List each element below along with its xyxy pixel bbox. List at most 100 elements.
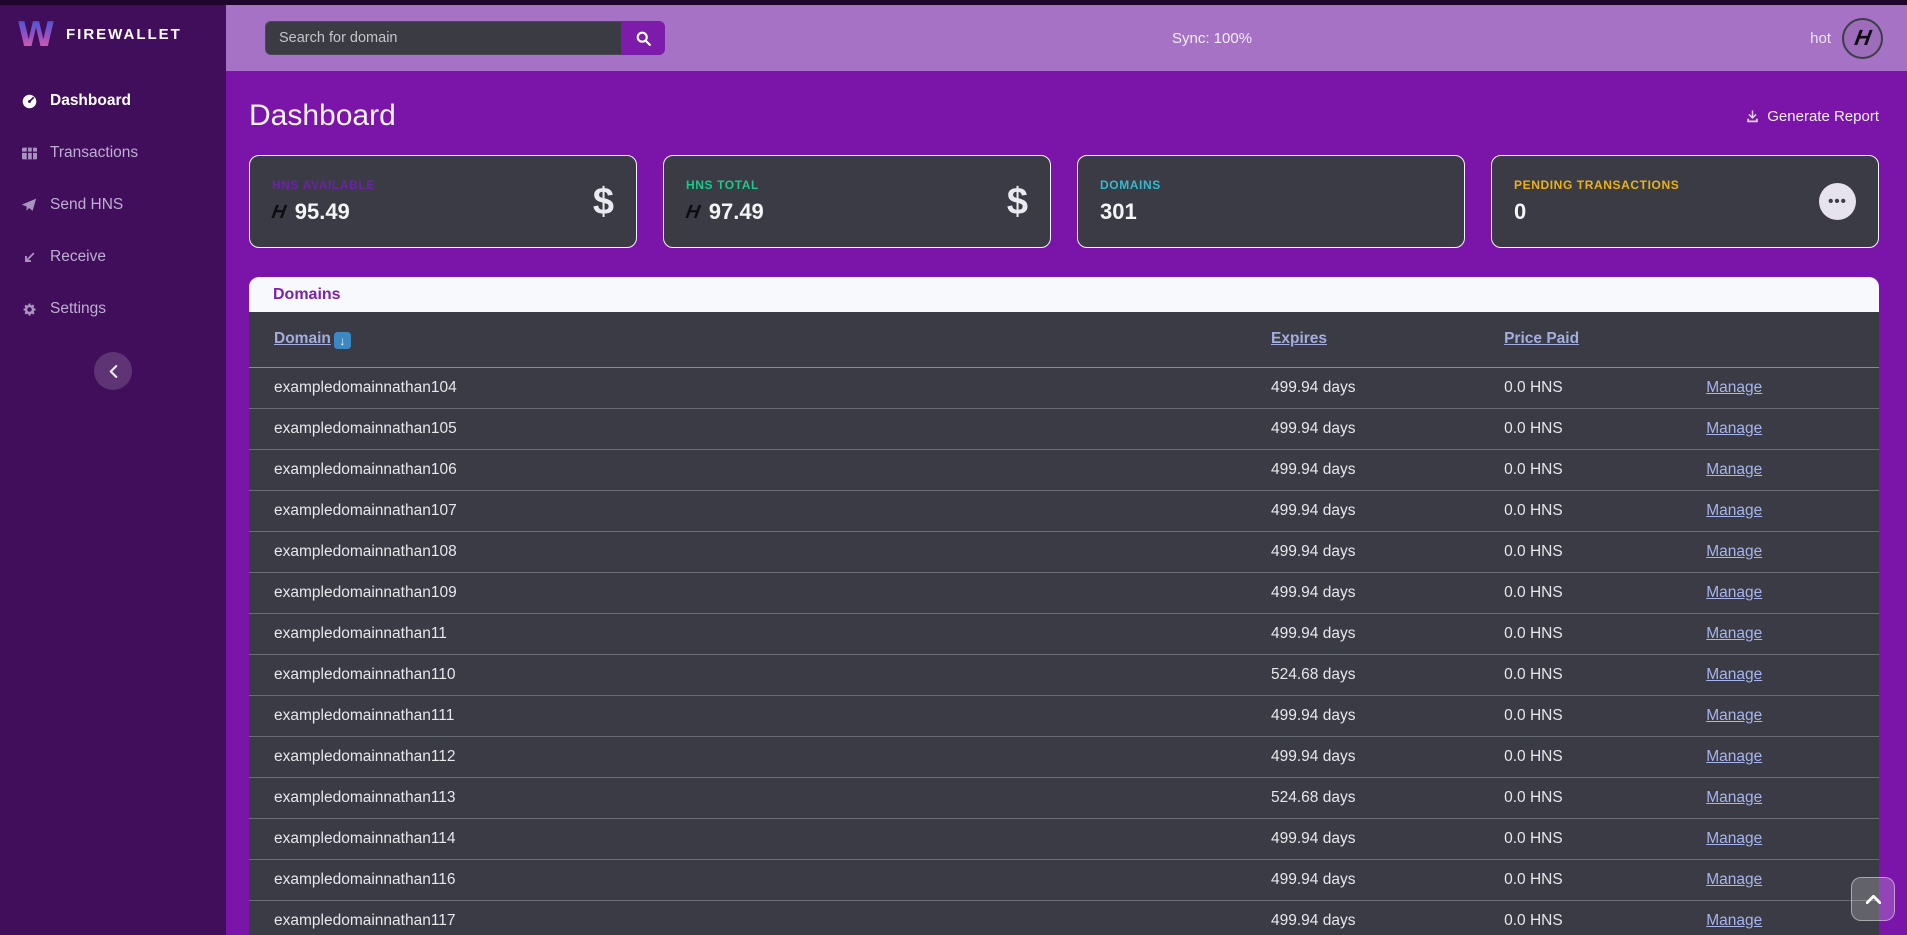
domain-cell: exampledomainnathan106	[249, 449, 1271, 490]
manage-link[interactable]: Manage	[1706, 871, 1762, 888]
expires-cell: 499.94 days	[1271, 818, 1504, 859]
price-cell: 0.0 HNS	[1504, 531, 1706, 572]
price-cell: 0.0 HNS	[1504, 900, 1706, 935]
price-cell: 0.0 HNS	[1504, 367, 1706, 408]
expires-cell: 524.68 days	[1271, 777, 1504, 818]
manage-link[interactable]: Manage	[1706, 502, 1762, 519]
domains-table-wrap: Domain↓ Expires Price Paid exampledomain…	[249, 312, 1879, 935]
stat-label: PENDING TRANSACTIONS	[1514, 178, 1679, 192]
search-button[interactable]	[621, 21, 665, 55]
sort-descending-icon: ↓	[334, 332, 351, 349]
sidebar-collapse-button[interactable]	[94, 352, 132, 390]
topbar: Sync: 100% hot H	[226, 5, 1907, 71]
domains-panel-title: Domains	[249, 277, 1879, 312]
domain-cell: exampledomainnathan110	[249, 654, 1271, 695]
price-cell: 0.0 HNS	[1504, 736, 1706, 777]
stat-label: HNS AVAILABLE	[272, 178, 375, 192]
sidebar: W FIREWALLET Dashboard Transactions	[0, 0, 226, 935]
ellipsis-icon[interactable]: •••	[1819, 183, 1856, 220]
sync-status: Sync: 100%	[1172, 5, 1252, 71]
table-row: exampledomainnathan109 499.94 days 0.0 H…	[249, 572, 1879, 613]
sidebar-item-receive[interactable]: Receive	[0, 231, 226, 283]
expires-cell: 499.94 days	[1271, 572, 1504, 613]
sidebar-item-dashboard[interactable]: Dashboard	[0, 75, 226, 127]
manage-link[interactable]: Manage	[1706, 543, 1762, 560]
top-window-strip	[0, 0, 1907, 5]
sidebar-item-label: Receive	[50, 248, 106, 266]
expires-cell: 499.94 days	[1271, 408, 1504, 449]
manage-link[interactable]: Manage	[1706, 830, 1762, 847]
expires-cell: 499.94 days	[1271, 695, 1504, 736]
manage-link[interactable]: Manage	[1706, 707, 1762, 724]
expires-cell: 499.94 days	[1271, 900, 1504, 935]
hns-logo-icon: H	[684, 203, 701, 222]
domain-search	[265, 21, 665, 55]
table-icon	[20, 146, 38, 161]
stat-value: 301	[1100, 199, 1161, 225]
wallet-name: hot	[1810, 30, 1831, 47]
sidebar-item-label: Settings	[50, 300, 106, 318]
domain-cell: exampledomainnathan107	[249, 490, 1271, 531]
manage-link[interactable]: Manage	[1706, 625, 1762, 642]
table-row: exampledomainnathan117 499.94 days 0.0 H…	[249, 900, 1879, 935]
page-head: Dashboard Generate Report	[249, 99, 1879, 133]
column-header-actions	[1706, 312, 1879, 367]
column-header-expires[interactable]: Expires	[1271, 312, 1504, 367]
expires-cell: 524.68 days	[1271, 654, 1504, 695]
table-row: exampledomainnathan112 499.94 days 0.0 H…	[249, 736, 1879, 777]
page-title: Dashboard	[249, 99, 396, 133]
manage-link[interactable]: Manage	[1706, 584, 1762, 601]
expires-cell: 499.94 days	[1271, 490, 1504, 531]
domain-cell: exampledomainnathan109	[249, 572, 1271, 613]
domains-table: Domain↓ Expires Price Paid exampledomain…	[249, 312, 1879, 935]
stat-card-pending-transactions: PENDING TRANSACTIONS 0 •••	[1491, 155, 1879, 248]
price-cell: 0.0 HNS	[1504, 859, 1706, 900]
scroll-to-top-button[interactable]	[1851, 877, 1895, 921]
domains-panel: Domains Domain↓ Expires Price Paid	[249, 277, 1879, 935]
domain-cell: exampledomainnathan113	[249, 777, 1271, 818]
dashboard-content: Dashboard Generate Report HNS AVAILABLE …	[226, 71, 1907, 935]
domain-cell: exampledomainnathan108	[249, 531, 1271, 572]
svg-text:W: W	[17, 15, 55, 55]
chevron-left-icon	[109, 365, 118, 378]
expires-cell: 499.94 days	[1271, 859, 1504, 900]
main-column: Sync: 100% hot H Dashboard Generate Repo…	[226, 0, 1907, 935]
dollar-icon: $	[1007, 183, 1028, 221]
manage-link[interactable]: Manage	[1706, 789, 1762, 806]
price-cell: 0.0 HNS	[1504, 818, 1706, 859]
manage-link[interactable]: Manage	[1706, 379, 1762, 396]
domain-cell: exampledomainnathan104	[249, 367, 1271, 408]
table-row: exampledomainnathan105 499.94 days 0.0 H…	[249, 408, 1879, 449]
column-header-price-paid[interactable]: Price Paid	[1504, 312, 1706, 367]
manage-link[interactable]: Manage	[1706, 461, 1762, 478]
tachometer-icon	[20, 93, 38, 110]
sidebar-item-transactions[interactable]: Transactions	[0, 127, 226, 179]
receive-arrow-icon	[20, 250, 38, 265]
table-row: exampledomainnathan110 524.68 days 0.0 H…	[249, 654, 1879, 695]
generate-report-button[interactable]: Generate Report	[1745, 108, 1879, 125]
hns-logo-icon: H	[270, 203, 287, 222]
stat-value: H 97.49	[686, 199, 764, 225]
firewallet-logo: W	[17, 13, 55, 55]
gear-icon	[20, 302, 38, 317]
manage-link[interactable]: Manage	[1706, 420, 1762, 437]
column-header-domain[interactable]: Domain↓	[249, 312, 1271, 367]
hns-logo-icon[interactable]: H	[1842, 18, 1883, 59]
sidebar-item-settings[interactable]: Settings	[0, 283, 226, 335]
manage-link[interactable]: Manage	[1706, 748, 1762, 765]
search-input[interactable]	[265, 21, 621, 55]
manage-link[interactable]: Manage	[1706, 666, 1762, 683]
wallet-user: hot H	[1810, 18, 1883, 59]
manage-link[interactable]: Manage	[1706, 912, 1762, 929]
sidebar-item-label: Transactions	[50, 144, 138, 162]
stat-card-domains: DOMAINS 301	[1077, 155, 1465, 248]
stat-card-hns-total: HNS TOTAL H 97.49 $	[663, 155, 1051, 248]
paper-plane-icon	[20, 197, 38, 213]
sidebar-item-send-hns[interactable]: Send HNS	[0, 179, 226, 231]
stat-value: H 95.49	[272, 199, 375, 225]
stat-cards: HNS AVAILABLE H 95.49 $ HNS TOTAL H 97.4…	[249, 155, 1879, 248]
domain-cell: exampledomainnathan105	[249, 408, 1271, 449]
dollar-icon: $	[593, 183, 614, 221]
brand[interactable]: W FIREWALLET	[0, 5, 226, 63]
price-cell: 0.0 HNS	[1504, 449, 1706, 490]
